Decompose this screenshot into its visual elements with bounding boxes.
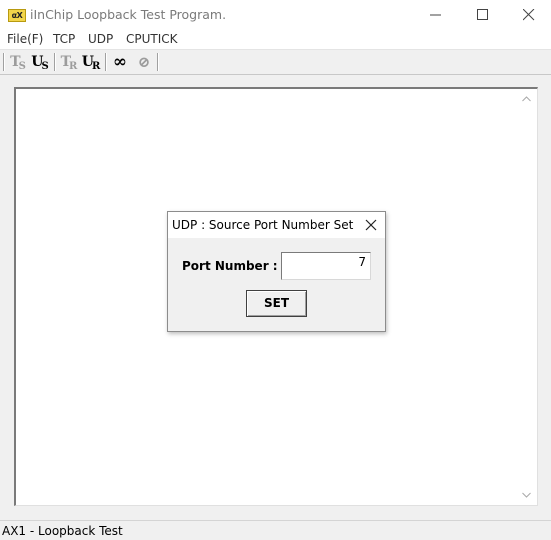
status-bar: AX1 - Loopback Test [0,520,551,540]
port-number-dialog: UDP : Source Port Number Set Port Number… [167,211,386,332]
minimize-icon [430,14,441,16]
udp-receive-icon-sub: R [91,61,101,72]
scroll-up-icon[interactable] [522,96,531,102]
vertical-scrollbar[interactable] [518,91,535,503]
maximize-button[interactable] [460,0,506,30]
set-button[interactable]: SET [246,290,307,317]
menu-tcp[interactable]: TCP [53,32,75,46]
dialog-title-bar: UDP : Source Port Number Set [168,212,385,238]
toolbar: TS US TR UR ∞ ⊘ [0,50,551,75]
tcp-send-icon-sub: S [18,61,26,72]
maximize-icon [477,9,488,20]
loop-button[interactable]: ∞ [110,52,130,72]
app-icon: αX [8,9,26,22]
udp-receive-button[interactable]: UR [81,52,101,72]
menu-file[interactable]: File(F) [7,32,43,46]
tcp-receive-button[interactable]: TR [59,52,79,72]
toolbar-separator [105,53,107,71]
toolbar-separator [157,53,159,71]
udp-send-icon-sub: S [41,61,49,72]
close-button[interactable] [506,0,551,30]
toolbar-separator [3,53,5,71]
tcp-receive-icon-sub: R [69,61,78,72]
toolbar-separator [54,53,56,71]
infinity-icon: ∞ [112,52,128,72]
close-icon [523,9,535,21]
menu-udp[interactable]: UDP [88,32,113,46]
tcp-send-button[interactable]: TS [8,52,28,72]
dialog-title: UDP : Source Port Number Set [172,218,354,232]
menu-cputick[interactable]: CPUTICK [126,32,178,46]
window-title: iInChip Loopback Test Program. [30,7,227,22]
stop-button[interactable]: ⊘ [134,52,154,72]
status-text: AX1 - Loopback Test [2,524,123,538]
scroll-down-icon[interactable] [522,492,531,498]
menu-bar: File(F) TCP UDP CPUTICK [0,30,551,50]
close-icon[interactable] [365,219,377,231]
stop-icon: ⊘ [137,53,151,71]
port-number-input[interactable] [281,252,371,280]
port-number-label: Port Number : [182,259,278,273]
minimize-button[interactable] [413,0,459,30]
title-bar: αX iInChip Loopback Test Program. [0,0,551,30]
udp-send-button[interactable]: US [30,52,50,72]
